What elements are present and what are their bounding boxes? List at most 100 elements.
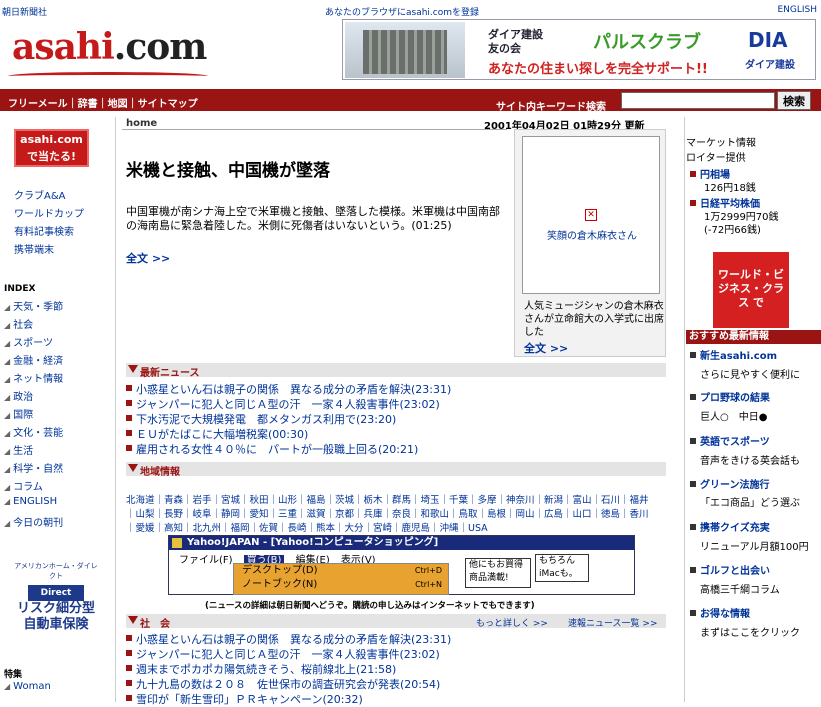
nav-links[interactable]: フリーメール｜辞書｜地図｜サイトマップ: [8, 95, 198, 110]
social-title: 社 会: [140, 619, 170, 630]
logo-swoosh: [8, 72, 208, 80]
ad-brand: Direct: [28, 585, 84, 601]
index-item-international[interactable]: ◢ 国際: [4, 406, 33, 421]
broken-image-icon: ✕: [585, 209, 597, 221]
recommend-header: おすすめ最新情報: [686, 330, 821, 344]
rec-item-title[interactable]: 英語でスポーツ: [690, 433, 770, 448]
region-links-1[interactable]: 北海道｜青森｜岩手｜宮城｜秋田｜山形｜福島｜茨城｜栃木｜群馬｜埼玉｜千葉｜多摩｜…: [126, 494, 681, 508]
social-more-link[interactable]: もっと詳しく >>: [476, 616, 548, 629]
broken-photo[interactable]: ✕ 笑顔の倉木麻衣さん: [522, 136, 660, 294]
latest-news-item[interactable]: ＥＵがたばこに大幅増税案(00:30): [126, 427, 308, 442]
social-news-item[interactable]: 九十九島の数は２０８ 佐世保市の調査研究会が発表(20:54): [126, 677, 440, 692]
dia-brand-name: ダイア建設: [745, 60, 795, 71]
logo-text-b: .com: [113, 26, 208, 68]
ad-top-text: アメリカンホーム・ダイレクト: [14, 562, 98, 580]
register-browser-link[interactable]: あなたのブラウザにasahi.comを登録: [325, 5, 479, 18]
keyword-search-label: サイト内キーワード検索: [496, 102, 606, 113]
section-arrow-icon: [128, 365, 138, 373]
social-news-item[interactable]: 週末までポカポカ陽気続きそう、桜前線北上(21:58): [126, 662, 396, 677]
index-item-society[interactable]: ◢ 社会: [4, 316, 33, 331]
photo-more-link[interactable]: 全文 >>: [524, 340, 568, 356]
rec-item-title[interactable]: プロ野球の結果: [690, 389, 770, 404]
rec-item-title[interactable]: 新生asahi.com: [690, 347, 777, 362]
rec-item-desc: 巨人○ 中日●: [700, 412, 768, 423]
yahoo-shopping-ad[interactable]: Yahoo!JAPAN - [Yahoo!コンピュータショッピング] ファイル(…: [168, 535, 635, 595]
prize-banner[interactable]: asahi.comで当たる!: [14, 129, 89, 167]
search-button[interactable]: 検索: [777, 91, 811, 110]
rec-item-desc: 音声をきける英会話も: [700, 456, 800, 467]
special-title: 特集: [4, 670, 23, 680]
region-header: 地域情報: [126, 462, 666, 478]
banner-text-2: 友の会: [488, 42, 521, 55]
photo-caption: 人気ミュージシャンの倉木麻衣さんが立命館大の入学式に出席した: [524, 301, 664, 338]
region-links-3[interactable]: ｜愛媛｜高知｜北九州｜福岡｜佐賀｜長崎｜熊本｜大分｜宮崎｜鹿児島｜沖縄｜USA: [126, 522, 681, 536]
window-icon: [172, 538, 182, 548]
dropdown-item-notebook: ノートブック(N) Ctrl+N: [242, 579, 442, 590]
rec-item-title[interactable]: ゴルフと出会い: [690, 562, 770, 577]
latest-news-header: 最新ニュース: [126, 363, 666, 379]
reuters-credit: ロイター提供: [686, 153, 746, 164]
rec-item-title[interactable]: 携帯クイズ充実: [690, 519, 770, 534]
social-news-item[interactable]: 小惑星といん石は親子の関係 異なる成分の矛盾を解決(23:31): [126, 632, 451, 647]
top-headline[interactable]: 米機と接触、中国機が墜落: [126, 156, 330, 181]
ad-body: リスク細分型自動車保険: [16, 601, 95, 632]
left-link-worldcup[interactable]: ワールドカップ: [14, 205, 84, 220]
dropdown-item-desktop: デスクトップ(D) Ctrl+D: [242, 565, 442, 576]
building-image: [345, 22, 465, 78]
top-bar: 朝日新聞社 あなたのブラウザにasahi.comを登録 ENGLISH: [0, 0, 821, 18]
top-story-more-link[interactable]: 全文 >>: [126, 250, 170, 266]
index-item-finance[interactable]: ◢ 金融・経済: [4, 352, 63, 367]
index-item-english[interactable]: ◢ ENGLISH: [4, 496, 57, 507]
asahi-logo[interactable]: asahi.com: [8, 22, 230, 84]
rec-item-desc: さらに見やすく便利に: [700, 370, 800, 381]
latest-news-item[interactable]: 小惑星といん石は親子の関係 異なる成分の矛盾を解決(23:31): [126, 382, 451, 397]
rec-item-title[interactable]: お得な情報: [690, 605, 750, 620]
rec-item-desc: 高橋三千綱コラム: [700, 585, 780, 596]
logo-text-a: asahi: [12, 26, 115, 68]
index-item-culture[interactable]: ◢ 文化・芸能: [4, 424, 63, 439]
rec-item-desc: リニューアル月額100円: [700, 542, 809, 553]
breaking-news-list-link[interactable]: 速報ニュース一覧 >>: [568, 616, 658, 629]
section-arrow-icon: [128, 616, 138, 624]
social-header: 社 会 もっと詳しく >> 速報ニュース一覧 >>: [126, 614, 666, 630]
index-item-column[interactable]: ◢ コラム: [4, 478, 43, 493]
insurance-ad[interactable]: アメリカンホーム・ダイレクト Direct リスク細分型自動車保険: [14, 559, 98, 635]
left-link-paid-search[interactable]: 有料記事検索: [14, 223, 74, 238]
yahoo-ad-title: Yahoo!JAPAN - [Yahoo!コンピュータショッピング]: [169, 536, 634, 550]
dia-banner-ad[interactable]: ダイア建設 友の会 パルスクラブ あなたの住まい探しを完全サポート!! DIA …: [342, 19, 816, 80]
top-story-body: 中国軍機が南シナ海上空で米軍機と接触、墜落した模様。米軍機は中国南部の海南島に緊…: [126, 205, 500, 232]
index-item-net[interactable]: ◢ ネット情報: [4, 370, 63, 385]
nikkei-change: (-72円66銭): [704, 225, 761, 236]
left-link-club[interactable]: クラブA&A: [14, 187, 65, 202]
social-news-item[interactable]: 雪印が「新生雪印」ＰＲキャンペーン(20:32): [126, 692, 363, 707]
latest-news-title: 最新ニュース: [140, 368, 200, 379]
yahoo-tip-deals: 他にもお買得商品満載!: [465, 558, 531, 588]
yahoo-ad-dropdown: デスクトップ(D) Ctrl+D ノートブック(N) Ctrl+N: [233, 563, 449, 595]
index-item-science[interactable]: ◢ 科学・自然: [4, 460, 63, 475]
search-input[interactable]: [621, 92, 775, 109]
photo-box: ✕ 笑顔の倉木麻衣さん 人気ミュージシャンの倉木麻衣さんが立命館大の入学式に出席…: [514, 129, 666, 357]
menu-file: ファイル(F): [179, 555, 233, 566]
index-item-weather[interactable]: ◢ 天気・季節: [4, 298, 63, 313]
index-item-life[interactable]: ◢ 生活: [4, 442, 33, 457]
english-link[interactable]: ENGLISH: [777, 5, 817, 15]
social-news-item[interactable]: ジャンパーに犯人と同じＡ型の汗 一家４人殺害事件(23:02): [126, 647, 440, 662]
world-business-class-ad[interactable]: ワールド・ビジネス・クラス で: [713, 252, 789, 328]
rec-item-desc: まずはここをクリック: [700, 628, 800, 639]
index-title: INDEX: [4, 284, 36, 294]
latest-news-item[interactable]: 雇用される女性４０％に パートが一般職上回る(20:21): [126, 442, 418, 457]
dia-logo: DIA: [748, 28, 788, 52]
region-links-2[interactable]: ｜山梨｜長野｜岐阜｜静岡｜愛知｜三重｜滋賀｜京都｜兵庫｜奈良｜和歌山｜鳥取｜島根…: [126, 508, 681, 522]
rec-item-title[interactable]: グリーン法施行: [690, 476, 770, 491]
left-link-mobile[interactable]: 携帯端末: [14, 241, 54, 256]
home-link[interactable]: home: [126, 118, 157, 129]
index-item-morning-paper[interactable]: ◢ 今日の朝刊: [4, 514, 63, 529]
index-item-politics[interactable]: ◢ 政治: [4, 388, 33, 403]
banner-tagline: あなたの住まい探しを完全サポート!!: [488, 62, 708, 77]
yahoo-tip-imac: もちろんiMacも。: [535, 554, 589, 582]
latest-news-item[interactable]: ジャンパーに犯人と同じＡ型の汗 一家４人殺害事件(23:02): [126, 397, 440, 412]
special-item-woman[interactable]: ◢ Woman: [4, 681, 51, 692]
latest-news-item[interactable]: 下水汚泥で大規模発電 都メタンガス利用で(23:20): [126, 412, 396, 427]
index-item-sports[interactable]: ◢ スポーツ: [4, 334, 53, 349]
asahi-shimbun-link[interactable]: 朝日新聞社: [2, 5, 47, 18]
